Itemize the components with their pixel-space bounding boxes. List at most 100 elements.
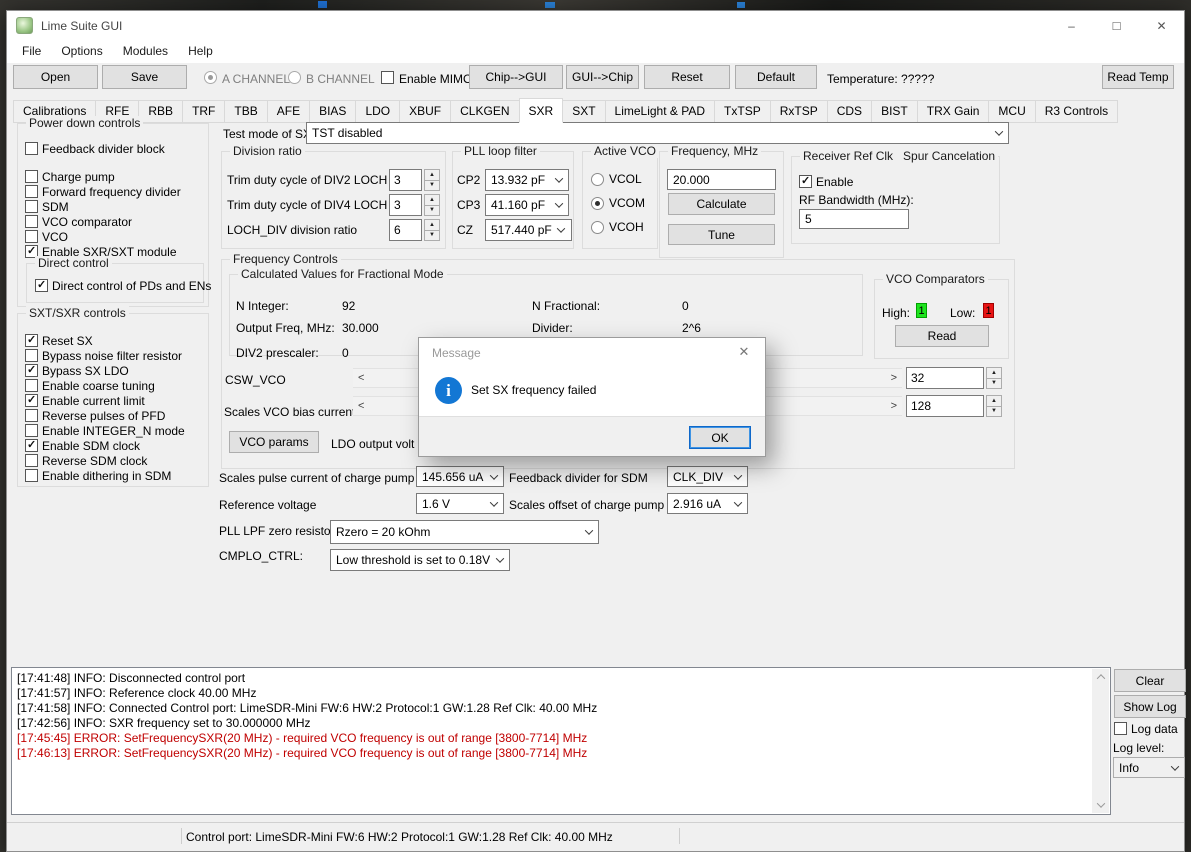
tab[interactable]: LimeLight & PAD: [605, 100, 716, 123]
combo-select[interactable]: 13.932 pF: [485, 169, 569, 191]
read-temp-button[interactable]: Read Temp: [1102, 65, 1174, 89]
csw-vco-value[interactable]: 32: [906, 367, 984, 389]
checkbox-row[interactable]: Feedback divider block: [25, 142, 208, 155]
tab[interactable]: CLKGEN: [450, 100, 519, 123]
checkbox-row[interactable]: Enable SDM clock: [25, 439, 208, 452]
spinner-value[interactable]: 3: [389, 169, 422, 191]
checkbox-row[interactable]: Enable dithering in SDM: [25, 469, 208, 482]
clear-log-button[interactable]: Clear: [1114, 669, 1186, 692]
log-data-checkbox-row[interactable]: Log data: [1114, 722, 1178, 735]
reset-button[interactable]: Reset: [644, 65, 730, 89]
tab[interactable]: RxTSP: [770, 100, 828, 123]
checkbox-row[interactable]: Forward frequency divider: [25, 185, 208, 198]
menu-item[interactable]: Options: [51, 40, 112, 63]
tab[interactable]: RBB: [138, 100, 183, 123]
pll-lpf-zero-select[interactable]: Rzero = 20 kOhm: [330, 520, 599, 544]
minimize-icon[interactable]: –: [1049, 11, 1094, 40]
checkbox[interactable]: [25, 230, 38, 243]
menu-item[interactable]: Modules: [113, 40, 178, 63]
menu-item[interactable]: File: [12, 40, 51, 63]
spinner-value[interactable]: 6: [389, 219, 422, 241]
tune-button[interactable]: Tune: [668, 224, 775, 245]
tab[interactable]: TRX Gain: [917, 100, 990, 123]
radio-button[interactable]: [591, 173, 604, 186]
checkbox[interactable]: [25, 454, 38, 467]
b-channel-radio[interactable]: [288, 71, 301, 84]
log-level-select[interactable]: Info: [1113, 757, 1185, 778]
checkbox[interactable]: [35, 279, 48, 292]
save-button[interactable]: Save: [102, 65, 187, 89]
scrollbar-up-icon[interactable]: [1092, 669, 1109, 685]
checkbox-row[interactable]: SDM: [25, 200, 208, 213]
checkbox[interactable]: [25, 394, 38, 407]
checkbox-row[interactable]: Bypass SX LDO: [25, 364, 208, 377]
checkbox[interactable]: [25, 215, 38, 228]
checkbox-row[interactable]: Enable coarse tuning: [25, 379, 208, 392]
combo-select[interactable]: 517.440 pF: [485, 219, 572, 241]
checkbox[interactable]: [25, 142, 38, 155]
slider-left-arrow-icon[interactable]: <: [358, 372, 364, 384]
slider-right-arrow-icon[interactable]: >: [891, 372, 897, 384]
dialog-close-icon[interactable]: ✕: [723, 338, 765, 366]
tab[interactable]: TBB: [224, 100, 267, 123]
test-mode-select[interactable]: TST disabled: [306, 122, 1009, 144]
offset-charge-pump-select[interactable]: 2.916 uA: [667, 493, 748, 514]
vco-params-button[interactable]: VCO params: [229, 431, 319, 453]
checkbox-row[interactable]: Reverse SDM clock: [25, 454, 208, 467]
checkbox[interactable]: [25, 200, 38, 213]
spinner-down-icon[interactable]: ▼: [424, 230, 440, 242]
enable-mimo-checkbox[interactable]: [381, 71, 394, 84]
tab[interactable]: XBUF: [399, 100, 451, 123]
checkbox[interactable]: [25, 469, 38, 482]
scrollbar-down-icon[interactable]: [1092, 797, 1109, 813]
checkbox-row[interactable]: Charge pump: [25, 170, 208, 183]
spinner-down-icon[interactable]: ▼: [986, 406, 1002, 418]
checkbox[interactable]: [25, 424, 38, 437]
tab[interactable]: MCU: [988, 100, 1035, 123]
checkbox[interactable]: [25, 349, 38, 362]
radio-row[interactable]: VCOH: [591, 220, 657, 234]
radio-button[interactable]: [591, 197, 604, 210]
cmplo-ctrl-select[interactable]: Low threshold is set to 0.18V: [330, 549, 510, 571]
checkbox-row[interactable]: Enable INTEGER_N mode: [25, 424, 208, 437]
checkbox[interactable]: [25, 409, 38, 422]
checkbox-row[interactable]: Bypass noise filter resistor: [25, 349, 208, 362]
checkbox[interactable]: [25, 334, 38, 347]
tab[interactable]: AFE: [267, 100, 310, 123]
checkbox-row[interactable]: Direct control of PDs and ENs: [35, 279, 203, 292]
tab[interactable]: TRF: [182, 100, 225, 123]
checkbox[interactable]: [25, 379, 38, 392]
show-log-button[interactable]: Show Log: [1114, 695, 1186, 718]
open-button[interactable]: Open: [13, 65, 98, 89]
feedback-divider-select[interactable]: CLK_DIV: [667, 466, 748, 487]
radio-button[interactable]: [591, 221, 604, 234]
tab[interactable]: LDO: [355, 100, 400, 123]
combo-select[interactable]: 41.160 pF: [485, 194, 569, 216]
ok-button[interactable]: OK: [689, 426, 751, 449]
checkbox-row[interactable]: Enable current limit: [25, 394, 208, 407]
checkbox-row[interactable]: VCO comparator: [25, 215, 208, 228]
log-scrollbar[interactable]: [1092, 669, 1109, 813]
tab[interactable]: R3 Controls: [1035, 100, 1118, 123]
tab[interactable]: CDS: [827, 100, 872, 123]
checkbox-row[interactable]: Reset SX: [25, 334, 208, 347]
spinner-value[interactable]: 3: [389, 194, 422, 216]
close-icon[interactable]: ✕: [1139, 11, 1184, 40]
radio-row[interactable]: VCOL: [591, 172, 657, 186]
enable-spur-checkbox-row[interactable]: Enable: [799, 175, 999, 188]
radio-row[interactable]: VCOM: [591, 196, 657, 210]
spinner-down-icon[interactable]: ▼: [424, 205, 440, 217]
checkbox[interactable]: [25, 170, 38, 183]
tab[interactable]: SXR: [519, 98, 564, 123]
spinner-down-icon[interactable]: ▼: [986, 378, 1002, 390]
maximize-icon[interactable]: □: [1094, 11, 1139, 40]
chip-to-gui-button[interactable]: Chip-->GUI: [469, 65, 563, 89]
checkbox[interactable]: [25, 185, 38, 198]
checkbox[interactable]: [25, 364, 38, 377]
slider-right-arrow-icon[interactable]: >: [891, 400, 897, 412]
checkbox-row[interactable]: Reverse pulses of PFD: [25, 409, 208, 422]
rf-bandwidth-input[interactable]: 5: [799, 209, 909, 229]
spinner-down-icon[interactable]: ▼: [424, 180, 440, 192]
tab[interactable]: SXT: [562, 100, 605, 123]
frequency-input[interactable]: 20.000: [667, 169, 776, 190]
